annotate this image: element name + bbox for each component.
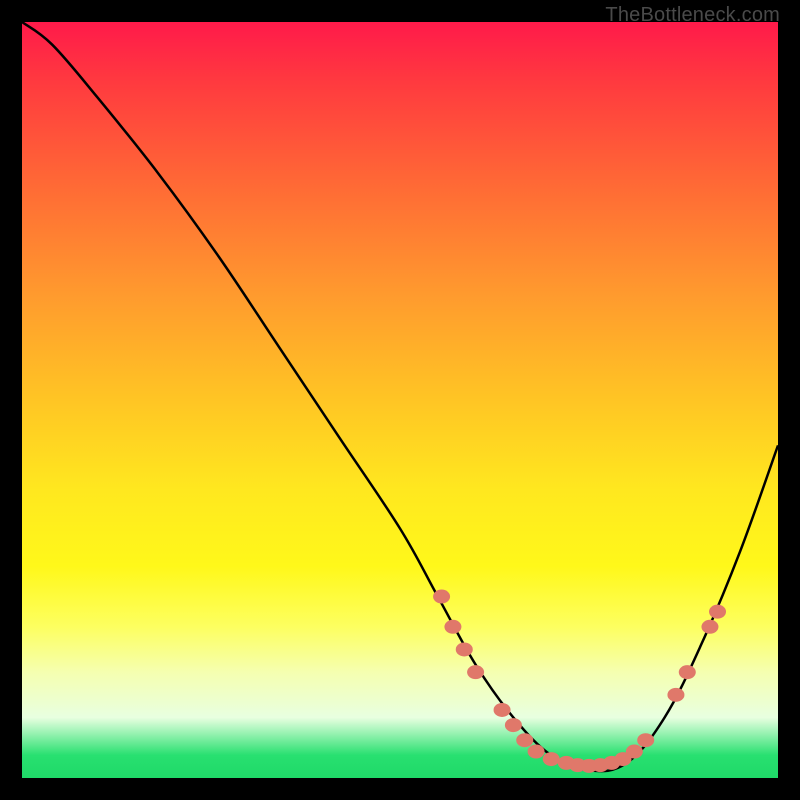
data-marker bbox=[494, 703, 511, 717]
data-marker bbox=[456, 642, 473, 656]
data-marker bbox=[543, 752, 560, 766]
data-marker bbox=[709, 605, 726, 619]
data-marker bbox=[444, 620, 461, 634]
data-marker bbox=[505, 718, 522, 732]
data-marker bbox=[626, 745, 643, 759]
data-markers bbox=[433, 590, 726, 773]
data-marker bbox=[667, 688, 684, 702]
data-marker bbox=[701, 620, 718, 634]
data-marker bbox=[516, 733, 533, 747]
curve-svg bbox=[22, 22, 778, 778]
attribution-text: TheBottleneck.com bbox=[605, 4, 780, 27]
plot-area bbox=[22, 22, 778, 778]
data-marker bbox=[637, 733, 654, 747]
data-marker bbox=[528, 745, 545, 759]
chart-container: TheBottleneck.com bbox=[0, 0, 800, 800]
data-marker bbox=[679, 665, 696, 679]
bottleneck-curve bbox=[22, 22, 778, 771]
data-marker bbox=[467, 665, 484, 679]
data-marker bbox=[433, 590, 450, 604]
